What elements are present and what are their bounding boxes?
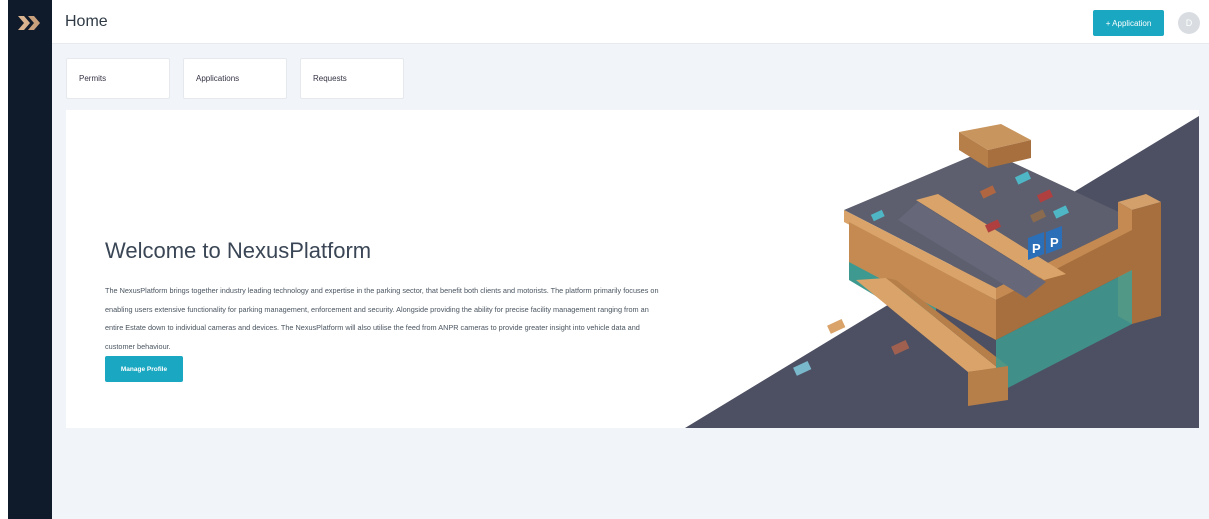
tab-requests[interactable]: Requests	[300, 58, 404, 99]
parking-sign-letter: P	[1050, 235, 1059, 250]
add-application-button[interactable]: + Application	[1093, 10, 1164, 36]
top-bar: Home + Application D	[52, 0, 1209, 44]
tab-applications[interactable]: Applications	[183, 58, 287, 99]
hero-description: The NexusPlatform brings together indust…	[105, 286, 659, 351]
avatar[interactable]: D	[1178, 12, 1200, 34]
parking-sign-letter: P	[1032, 241, 1041, 256]
hero-title: Welcome to NexusPlatform	[105, 238, 372, 263]
tab-bar: Permits Applications Requests	[66, 58, 404, 99]
page-title: Home	[65, 13, 108, 30]
double-chevron-logo-icon[interactable]	[18, 14, 42, 32]
main-content: Permits Applications Requests P P Welcom…	[52, 44, 1209, 519]
tab-permits[interactable]: Permits	[66, 58, 170, 99]
welcome-hero: P P Welcome to NexusPlatform The NexusPl…	[66, 110, 1199, 428]
manage-profile-button[interactable]: Manage Profile	[105, 356, 183, 382]
parking-garage-illustration: P P	[685, 116, 1199, 428]
sidebar	[8, 0, 52, 519]
